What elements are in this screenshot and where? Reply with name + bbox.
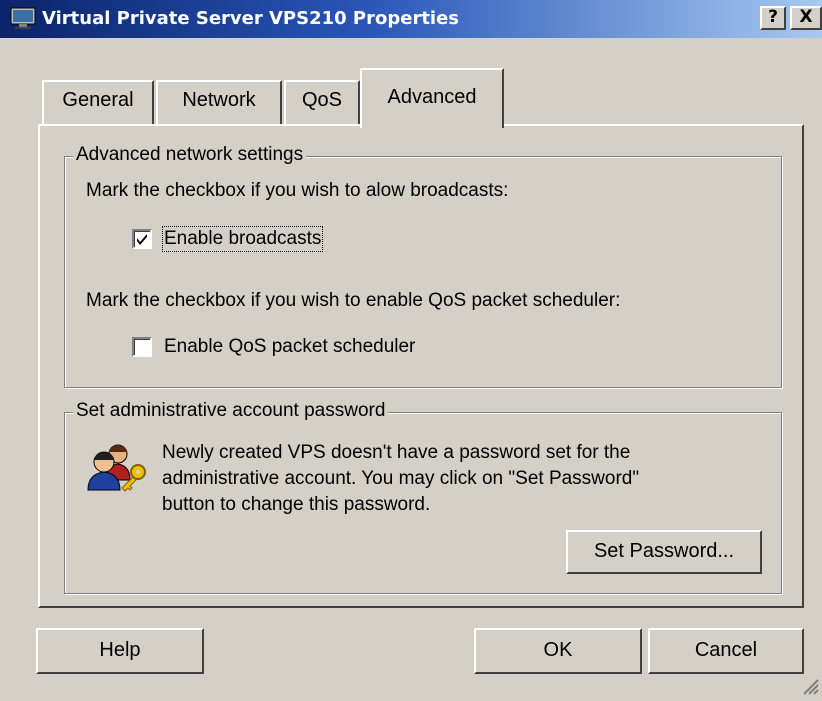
help-button[interactable]: Help [36, 628, 204, 674]
checkmark-icon [137, 234, 147, 245]
tab-qos[interactable]: QoS [284, 80, 360, 124]
password-info-line-2: administrative account. You may click on… [162, 468, 640, 489]
tab-advanced[interactable]: Advanced [360, 68, 504, 128]
help-title-button[interactable]: ? [760, 6, 786, 30]
ok-button[interactable]: OK [474, 628, 642, 674]
enable-broadcasts-checkbox[interactable] [132, 229, 152, 249]
tab-label: General [62, 89, 134, 111]
resize-grip-icon[interactable] [800, 676, 820, 696]
tab-label: QoS [301, 89, 343, 111]
monitor-icon [10, 7, 36, 29]
title-bar[interactable]: Virtual Private Server VPS210 Properties… [0, 0, 822, 38]
enable-qos-label[interactable]: Enable QoS packet scheduler [164, 336, 415, 358]
password-info-line-1: Newly created VPS doesn't have a passwor… [162, 442, 631, 463]
advanced-network-legend: Advanced network settings [73, 144, 307, 166]
close-button[interactable]: X [790, 6, 822, 30]
set-password-label: Set Password... [593, 540, 735, 562]
cancel-label: Cancel [694, 639, 758, 661]
tab-network[interactable]: Network [156, 80, 282, 124]
broadcast-prompt: Mark the checkbox if you wish to alow br… [86, 180, 509, 201]
window-title: Virtual Private Server VPS210 Properties [42, 8, 460, 29]
password-legend: Set administrative account password [73, 400, 389, 422]
tab-label: Advanced [387, 86, 477, 108]
tab-label: Network [182, 89, 256, 111]
users-key-icon [84, 440, 152, 492]
tab-general[interactable]: General [42, 80, 154, 124]
ok-label: OK [543, 639, 573, 661]
enable-broadcasts-label[interactable]: Enable broadcasts [161, 226, 324, 252]
help-label: Help [99, 639, 141, 661]
qos-prompt: Mark the checkbox if you wish to enable … [86, 290, 621, 311]
cancel-button[interactable]: Cancel [648, 628, 804, 674]
set-password-button[interactable]: Set Password... [566, 530, 762, 574]
enable-qos-checkbox[interactable] [132, 337, 152, 357]
password-info-line-3: button to change this password. [162, 494, 431, 515]
